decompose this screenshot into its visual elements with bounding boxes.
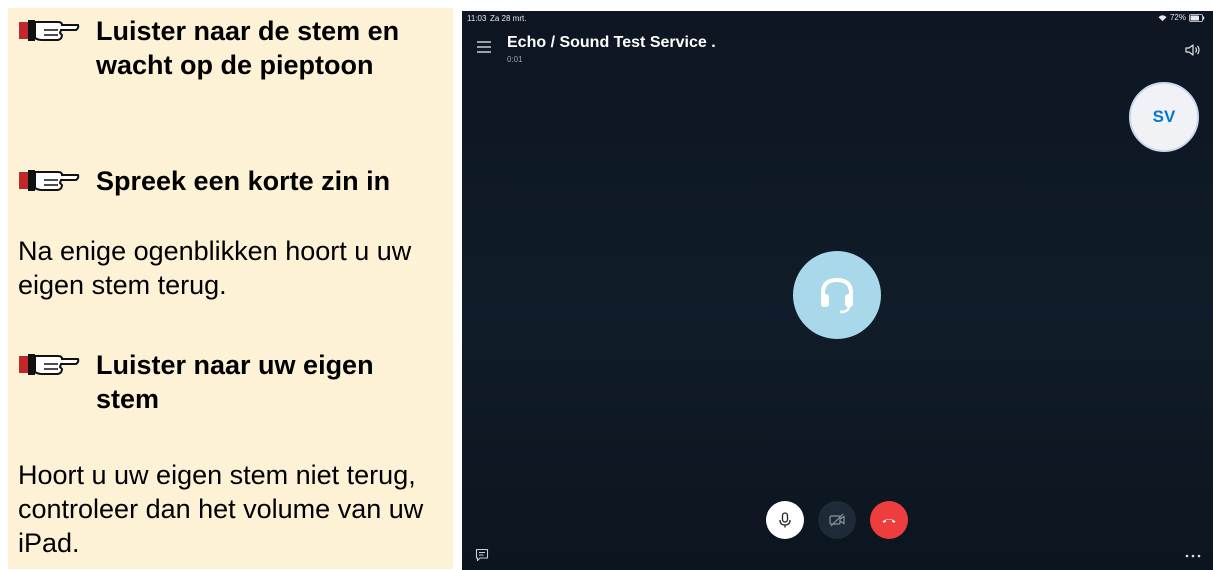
call-screen: 11:03 Za 28 mrt. 72% Echo / Sound Test S… (462, 11, 1213, 570)
pointing-hand-icon (19, 20, 80, 41)
step-listen-own: Luister naar uw eigen stem (18, 348, 436, 416)
call-controls (766, 501, 908, 539)
status-time: 11:03 (467, 14, 487, 23)
wifi-icon (1158, 14, 1167, 21)
chat-icon[interactable] (475, 548, 489, 562)
step-listen-own-text: Luister naar uw eigen stem (96, 350, 374, 414)
video-toggle-button[interactable] (818, 501, 856, 539)
speaker-icon[interactable] (1185, 43, 1201, 57)
pointing-hand-icon (19, 170, 80, 191)
pointing-hand-icon (19, 354, 80, 375)
video-off-icon (829, 513, 845, 527)
call-title: Echo / Sound Test Service . (507, 34, 716, 51)
step-listen: Luister naar de stem en wacht op de piep… (18, 14, 436, 82)
microphone-icon (779, 512, 791, 528)
status-indicators: 72% (1158, 13, 1205, 22)
troubleshoot-paragraph: Hoort u uw eigen stem niet terug, contro… (18, 460, 424, 558)
mute-button[interactable] (766, 501, 804, 539)
step-speak: Spreek een korte zin in (18, 164, 456, 198)
headset-icon (821, 277, 853, 314)
instructions-panel: Luister naar de stem en wacht op de piep… (8, 8, 453, 569)
avatar-initials: SV (1152, 107, 1176, 126)
divider (453, 8, 462, 570)
call-duration: 0:01 (507, 55, 523, 64)
step-listen-text: Luister naar de stem en wacht op de piep… (96, 16, 400, 80)
status-bar: 11:03 Za 28 mrt. 72% (462, 11, 1213, 27)
step-speak-text: Spreek een korte zin in (96, 166, 391, 196)
more-icon[interactable] (1185, 554, 1201, 558)
hamburger-menu-icon[interactable] (476, 40, 492, 54)
echo-service-avatar (793, 251, 881, 339)
battery-percent: 72% (1169, 13, 1186, 22)
status-date: Za 28 mrt. (490, 14, 527, 23)
feedback-paragraph: Na enige ogenblikken hoort u uw eigen st… (18, 236, 412, 300)
battery-icon (1189, 13, 1205, 22)
hang-up-icon (882, 519, 896, 523)
participant-avatar[interactable]: SV (1129, 82, 1199, 152)
hang-up-button[interactable] (870, 501, 908, 539)
